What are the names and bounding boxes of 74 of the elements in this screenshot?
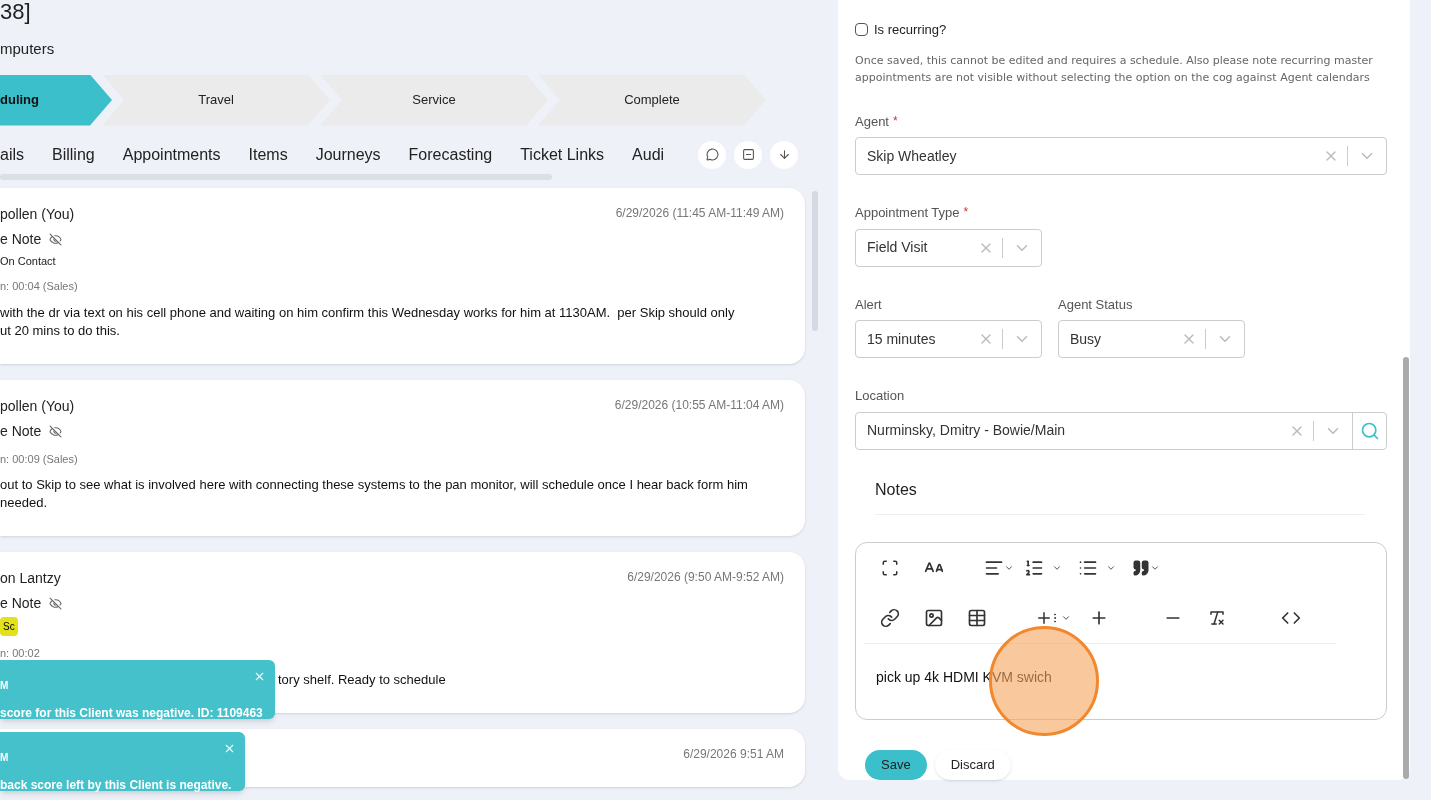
table-icon[interactable] [967,608,987,629]
tab[interactable]: Ticket Links [520,142,605,167]
arrow-down-icon [777,148,791,161]
vertical-scrollbar[interactable] [1403,357,1409,779]
collapse-button[interactable] [734,140,763,169]
speech-bubble-icon [705,148,719,161]
hidden-eye-icon [49,232,63,246]
company-name: mputers [0,39,56,59]
field-label: Location [855,387,905,405]
note-tag: On Contact [0,252,616,269]
image-icon[interactable] [924,608,944,629]
select-value: Nurminsky, Dmitry - Bowie/Main [866,421,1067,440]
vertical-scrollbar[interactable] [812,190,818,331]
select-value: Field Visit [866,238,929,257]
recurring-checkbox[interactable] [855,23,868,37]
tab[interactable]: Appointments [122,142,221,167]
field-label: Agent Status [1058,295,1133,314]
tab[interactable]: Audi [632,142,665,167]
required-mark: * [963,204,969,221]
hidden-eye-icon [49,424,63,438]
clear-format-icon[interactable] [1208,609,1226,628]
note-duration: n: 00:04 (Sales) [0,279,79,294]
select-value: 15 minutes [866,329,937,349]
hidden-eye-icon [49,597,63,610]
note-duration: n: 00:02 [0,646,41,661]
note-body: tory shelf. Ready to schedule [278,670,446,689]
field-label: Alert [855,295,882,314]
tab[interactable]: Forecasting [408,142,493,167]
tab[interactable]: Journeys [315,142,381,167]
discard-button[interactable]: Discard [934,750,1011,780]
workflow-step[interactable]: duling [0,74,112,126]
select-value: Skip Wheatley [866,146,958,166]
quote-icon[interactable] [1132,559,1160,578]
fullscreen-icon[interactable] [881,559,899,578]
search-icon [1359,420,1380,441]
note-type: e Note [0,421,42,441]
note-date: 6/29/2026 (10:55 AM-11:04 AM) [614,396,784,414]
required-mark: * [893,112,898,130]
toast-message: score for this Client was negative. ID: 1109463 [0,705,264,722]
workflow-step[interactable]: Travel [102,74,330,126]
recurring-note: Once saved, this cannot be edited and requires a schedule. Also please note recurring master appointments are not visible without selecting the option on the cog against Agent calendars [855,52,1374,86]
note-date: 6/29/2026 (11:45 AM-11:49 AM) [615,204,784,222]
notes-title: Notes [875,479,918,500]
notes-input[interactable]: pick up 4k HDMI KVM swich [856,644,1386,689]
comment-button[interactable] [698,140,727,169]
minus-square-icon [741,148,755,161]
note-badge: Sc [0,617,18,636]
note-body: out to Skip to see what is involved here with connecting these systems to the pan monitor, will schedule once I hear back form him needed. [0,476,748,512]
note-date: 6/29/2026 9:51 AM [683,745,784,763]
tab[interactable]: Billing [52,142,95,167]
tab[interactable]: ails [0,142,24,167]
workflow-step[interactable]: Service [320,74,548,126]
note-duration: n: 00:09 (Sales) [0,451,79,467]
note-type: e Note [0,229,42,249]
field-label: Agent [855,112,889,131]
note-body: with the dr via text on his cell phone and waiting on him confirm this Wednesday works for him at 1130AM. per Skip should only ut 20 mins to do this. [0,303,735,340]
field-label: Appointment Type [855,204,960,222]
tab[interactable]: Items [248,142,288,167]
checkbox-label: Is recurring? [874,21,947,39]
note-author: pollen (You) [0,396,76,416]
numbered-list-icon[interactable] [1024,558,1062,579]
toast-title: M [0,751,9,765]
toast-message: back score left by this Client is negative. [0,777,233,794]
page-title: 38] [0,1,32,25]
note-author: pollen (You) [0,204,76,224]
workflow-step[interactable]: Complete [538,74,766,126]
note-author: on Lantzy [0,569,62,588]
note-type: e Note [0,594,42,613]
download-button[interactable] [770,140,799,169]
select-value: Busy [1069,329,1103,349]
note-date: 6/29/2026 (9:50 AM-9:52 AM) [627,569,784,586]
toast-title: M [0,679,9,693]
link-icon[interactable] [880,608,900,629]
save-button[interactable]: Save [865,750,927,780]
